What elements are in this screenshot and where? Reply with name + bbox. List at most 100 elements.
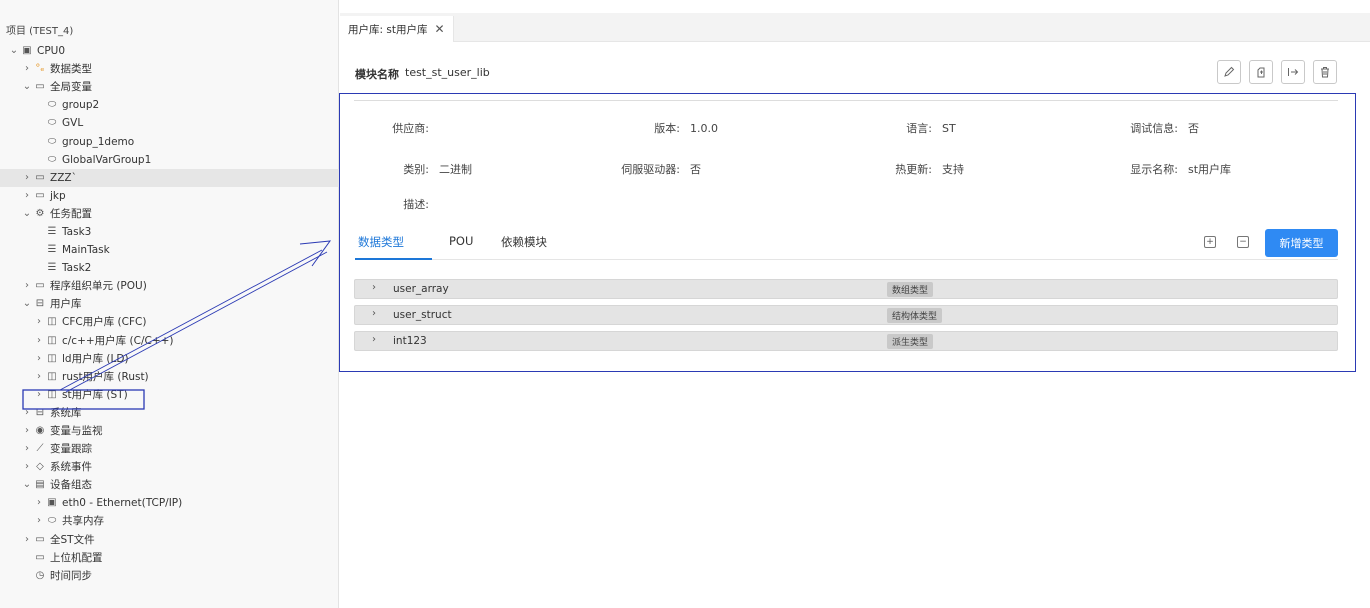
tree-node-icon: ◫ — [47, 370, 57, 382]
tree-node-icon: ▣ — [22, 45, 32, 57]
tree-item-label: 设备组态 — [50, 479, 92, 492]
chevron-right-icon[interactable]: › — [33, 350, 45, 368]
tree-item[interactable]: ◷ 时间同步 — [0, 567, 339, 585]
chevron-right-icon[interactable]: › — [33, 494, 45, 512]
trash-icon — [1321, 67, 1329, 78]
tree-item[interactable]: › ▭ ZZZ` — [0, 168, 339, 187]
tree-item[interactable]: ☰ MainTask — [0, 241, 339, 259]
tree-node-icon: ◉ — [35, 425, 45, 437]
tree-item[interactable]: › ▭ 全ST文件 — [0, 531, 339, 549]
tree-item[interactable]: ☰ Task3 — [0, 223, 339, 241]
tree-node-icon: ⊟ — [35, 298, 45, 310]
tree-item-label: MainTask — [62, 244, 110, 257]
project-title: 项目 (TEST_4) — [6, 26, 74, 37]
tree-item[interactable]: › ▭ 程序组织单元 (POU) — [0, 277, 339, 295]
tree-item-label: GVL — [62, 117, 84, 130]
tree-item[interactable]: › ▣ eth0 - Ethernet(TCP/IP) — [0, 494, 339, 512]
tree-item[interactable]: › ◫ st用户库 (ST) — [0, 386, 339, 404]
tree-node-icon: ▭ — [35, 171, 45, 183]
chevron-right-icon[interactable]: › — [33, 313, 45, 331]
chevron-right-icon[interactable]: › — [21, 404, 33, 422]
tree-item-label: 上位机配置 — [50, 551, 103, 564]
tree-item-label: group2 — [62, 99, 100, 112]
tree-item-label: Task2 — [62, 262, 92, 275]
tree-item[interactable]: › ⟋ 变量跟踪 — [0, 440, 339, 458]
chevron-down-icon[interactable]: ⌄ — [21, 78, 33, 96]
tree-node-icon: ☰ — [47, 225, 57, 237]
tree-item[interactable]: ⬭ GlobalVarGroup1 — [0, 151, 339, 169]
tree-item[interactable]: › ◉ 变量与监视 — [0, 422, 339, 440]
tree-item[interactable]: › ▭ jkp — [0, 187, 339, 205]
tree-item[interactable]: › ◫ c/c++用户库 (C/C++) — [0, 332, 339, 350]
tree-item[interactable]: › ◫ rust用户库 (Rust) — [0, 368, 339, 386]
tree-item[interactable]: ☰ Task2 — [0, 259, 339, 277]
tree-item-label: jkp — [50, 189, 66, 202]
edit-button[interactable] — [1217, 60, 1241, 84]
export-button[interactable] — [1249, 60, 1273, 84]
tree-item[interactable]: › ◫ ld用户库 (LD) — [0, 350, 339, 368]
tree-item-label: GlobalVarGroup1 — [62, 153, 152, 166]
tree-item[interactable]: ⬭ GVL — [0, 114, 339, 132]
project-explorer: 项目 (TEST_4) ⌄ ▣ CPU0 › °ₑ 数据类型 ⌄ ▭ 全局变量 ⬭ group2 ⬭ G… — [0, 0, 339, 608]
tree-node-icon: ⬭ — [47, 153, 57, 165]
tree-item-label: 程序组织单元 (POU) — [50, 280, 147, 293]
tree-item-label: group_1demo — [62, 135, 135, 148]
tree-item-label: 用户库 — [50, 298, 82, 311]
chevron-right-icon[interactable]: › — [33, 386, 45, 404]
tree-item-label: 共享内存 — [62, 515, 104, 528]
tree-node-icon: ▭ — [35, 81, 45, 93]
chevron-right-icon[interactable]: › — [21, 60, 33, 78]
chevron-right-icon[interactable]: › — [21, 458, 33, 476]
chevron-right-icon[interactable]: › — [21, 277, 33, 295]
delete-button[interactable] — [1313, 60, 1337, 84]
tree-item[interactable]: ⌄ ▣ CPU0 — [0, 42, 339, 60]
tree-node-icon: ⊟ — [35, 406, 45, 418]
tree-item-label: 时间同步 — [50, 569, 92, 582]
tree-node-icon: ▣ — [47, 497, 57, 509]
tree-item[interactable]: ⬭ group2 — [0, 96, 339, 114]
chevron-right-icon[interactable]: › — [21, 440, 33, 458]
chevron-right-icon[interactable]: › — [21, 169, 33, 187]
edit-icon — [1224, 66, 1235, 77]
tree-item[interactable]: ⬭ group_1demo — [0, 132, 339, 150]
app-window: 项目 (TEST_4) ⌄ ▣ CPU0 › °ₑ 数据类型 ⌄ ▭ 全局变量 ⬭ group2 ⬭ G… — [0, 0, 1370, 608]
tree-item[interactable]: ⌄ ▤ 设备组态 — [0, 476, 339, 494]
chevron-down-icon[interactable]: ⌄ — [21, 295, 33, 313]
tree-item[interactable]: › ⬭ 共享内存 — [0, 512, 339, 530]
chevron-right-icon[interactable]: › — [33, 332, 45, 350]
chevron-right-icon[interactable]: › — [21, 422, 33, 440]
chevron-down-icon[interactable]: ⌄ — [21, 205, 33, 223]
module-name-value: test_st_user_lib — [405, 66, 490, 79]
tree-item[interactable]: › ◇ 系统事件 — [0, 458, 339, 476]
tree-node-icon: ▤ — [35, 479, 45, 491]
chevron-right-icon[interactable]: › — [21, 187, 33, 205]
tab-user-library[interactable]: 用户库: st用户库 ✕ — [340, 16, 454, 42]
tree-item-label: Task3 — [62, 225, 92, 238]
tree-item[interactable]: ⌄ ▭ 全局变量 — [0, 78, 339, 96]
tree-item[interactable]: › ⊟ 系统库 — [0, 404, 339, 422]
project-tree: ⌄ ▣ CPU0 › °ₑ 数据类型 ⌄ ▭ 全局变量 ⬭ group2 ⬭ GVL ⬭ group_1de… — [0, 42, 339, 585]
tree-item-label: ZZZ` — [50, 171, 77, 184]
chevron-right-icon[interactable]: › — [33, 512, 45, 530]
tree-item[interactable]: ⌄ ⊟ 用户库 — [0, 295, 339, 313]
annotation-box — [339, 93, 1356, 372]
tree-node-icon: ⬭ — [47, 99, 57, 111]
move-button[interactable] — [1281, 60, 1305, 84]
tree-item[interactable]: ▭ 上位机配置 — [0, 549, 339, 567]
editor-area: 用户库: st用户库 ✕ 模块名称 test_st_user_lib 供应商: … — [339, 0, 1370, 608]
tab-label: 用户库: st用户库 — [348, 23, 428, 36]
module-name-row: 模块名称 test_st_user_lib — [355, 66, 490, 82]
tree-item[interactable]: ⌄ ⚙ 任务配置 — [0, 205, 339, 223]
tree-item[interactable]: › ◫ CFC用户库 (CFC) — [0, 313, 339, 331]
chevron-right-icon[interactable]: › — [21, 531, 33, 549]
tree-node-icon: ◫ — [47, 316, 57, 328]
close-icon[interactable]: ✕ — [434, 22, 444, 36]
tree-item[interactable]: › °ₑ 数据类型 — [0, 60, 339, 78]
chevron-down-icon[interactable]: ⌄ — [21, 476, 33, 494]
tree-item-label: rust用户库 (Rust) — [62, 370, 149, 383]
chevron-right-icon[interactable]: › — [33, 368, 45, 386]
tree-node-icon: ◫ — [47, 352, 57, 364]
chevron-down-icon[interactable]: ⌄ — [8, 42, 20, 60]
tree-node-icon: ▭ — [35, 551, 45, 563]
tree-item-label: 数据类型 — [50, 63, 92, 76]
